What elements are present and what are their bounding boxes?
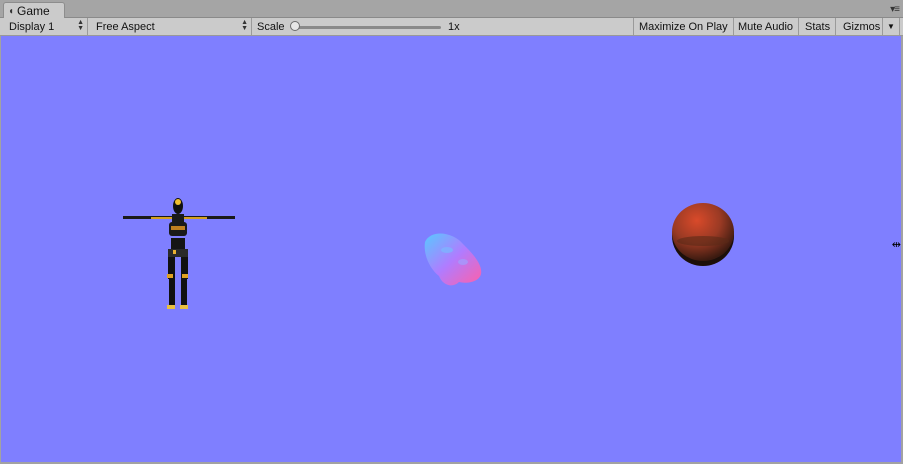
robot-character[interactable] xyxy=(123,198,235,309)
aspect-dropdown-label: Free Aspect xyxy=(96,20,155,33)
gizmos-dropdown-icon[interactable]: ▼ xyxy=(883,18,900,35)
game-toolbar: Display 1 ▲ ▼ Free Aspect ▲ ▼ Scale 1x Max… xyxy=(0,18,903,36)
scale-slider-thumb[interactable] xyxy=(290,21,300,31)
game-viewport[interactable] xyxy=(1,36,901,462)
scene-canvas xyxy=(123,198,734,309)
stats-button[interactable]: Stats xyxy=(800,18,837,35)
red-sphere[interactable] xyxy=(672,203,734,266)
pacman-game-icon: ◖ xyxy=(8,5,15,17)
gizmos-button[interactable]: Gizmos xyxy=(838,18,883,35)
panel-menu-icon[interactable]: ▾≡ xyxy=(890,4,900,15)
tab-game[interactable]: ◖ Game xyxy=(3,2,65,19)
mute-audio-button[interactable]: Mute Audio xyxy=(733,18,800,35)
scale-label: Scale xyxy=(257,20,285,33)
dropdown-arrows-icon: ▲ ▼ xyxy=(77,19,84,32)
maximize-on-play-button[interactable]: Maximize On Play xyxy=(633,18,734,35)
display-dropdown[interactable]: Display 1 ▲ ▼ xyxy=(4,18,88,35)
resize-cursor-icon: ⇹ xyxy=(891,239,901,251)
scale-slider-track[interactable] xyxy=(293,26,441,29)
display-dropdown-label: Display 1 xyxy=(9,20,55,33)
scale-value: 1x xyxy=(448,20,460,33)
dropdown-arrows-icon: ▲ ▼ xyxy=(241,19,248,32)
human-head-mesh[interactable] xyxy=(424,233,482,286)
aspect-dropdown[interactable]: Free Aspect ▲ ▼ xyxy=(91,18,252,35)
tab-game-label: Game xyxy=(17,4,50,18)
window-tab-bar: ◖ Game ▾≡ xyxy=(0,0,903,19)
